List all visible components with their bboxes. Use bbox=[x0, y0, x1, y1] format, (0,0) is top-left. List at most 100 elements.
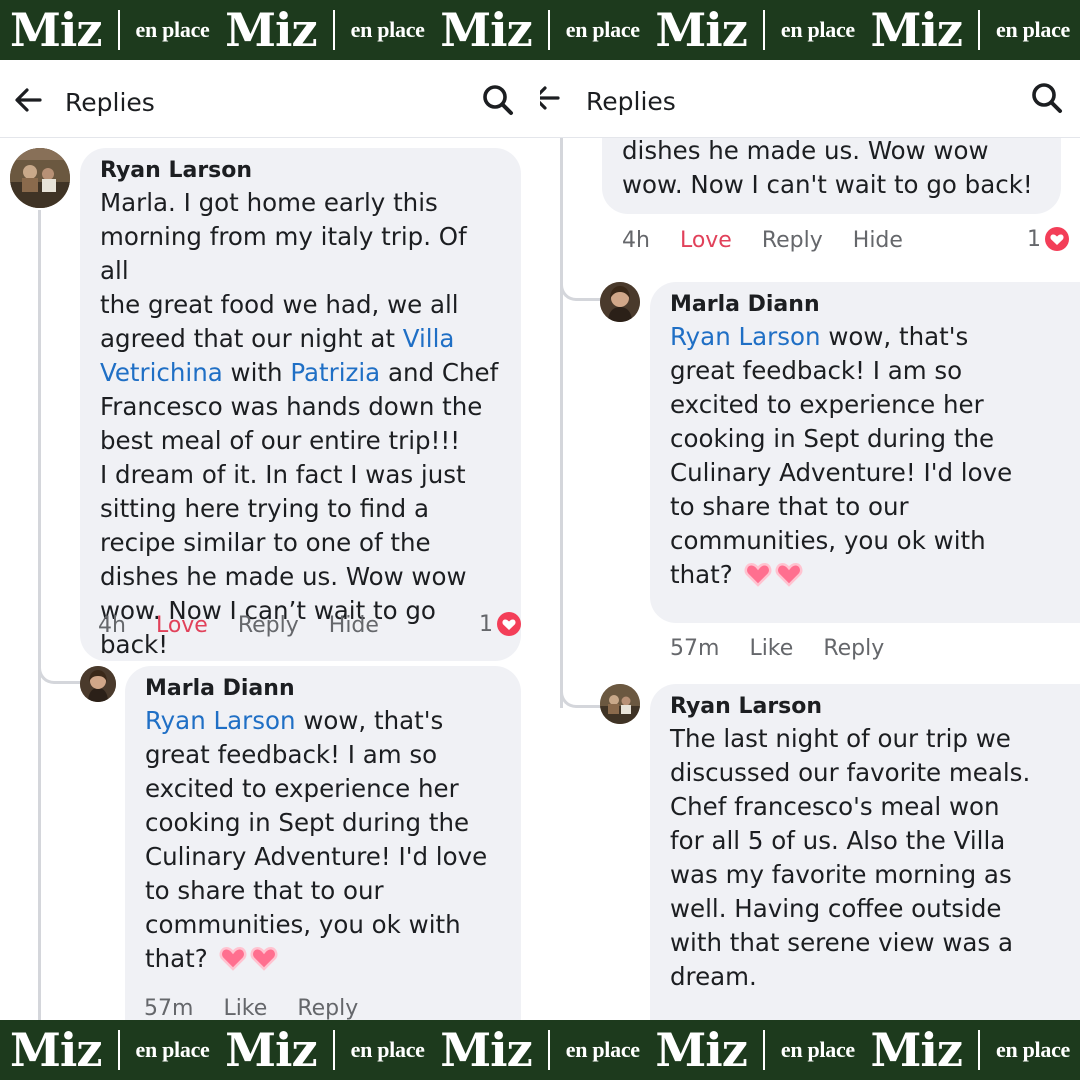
avatar[interactable] bbox=[80, 666, 116, 702]
brand-unit: Miz en place bbox=[10, 1027, 210, 1073]
right-screenshot: Replies dishes he made us. Wow wow wow. … bbox=[540, 60, 1080, 1020]
reply-connector bbox=[38, 644, 82, 684]
reply-text: The last night of our trip we discussed … bbox=[670, 724, 1031, 991]
reply-actions: 57m Like Reply bbox=[670, 636, 914, 661]
heart-emoji-icon bbox=[250, 946, 277, 971]
reply-bubble: Marla Diann Ryan Larson wow, that's grea… bbox=[650, 282, 1080, 623]
reply-connector bbox=[560, 668, 604, 708]
heart-emoji-icon bbox=[219, 946, 246, 971]
mention-link[interactable]: Patrizia bbox=[290, 358, 380, 387]
search-icon[interactable] bbox=[480, 82, 516, 118]
reply-author[interactable]: Marla Diann bbox=[670, 292, 1080, 317]
reaction-count[interactable]: 1 bbox=[479, 611, 522, 637]
heart-emoji-icon bbox=[744, 562, 771, 587]
brand-tagline: en place bbox=[780, 1037, 855, 1062]
avatar[interactable] bbox=[600, 684, 640, 724]
page-title: Replies bbox=[65, 88, 155, 117]
reply-text: Ryan Larson wow, that's great feedback! … bbox=[145, 704, 501, 976]
brand-divider bbox=[978, 10, 981, 50]
love-button[interactable]: Love bbox=[680, 228, 732, 253]
brand-tagline: en place bbox=[135, 1037, 210, 1062]
brand-tagline: en place bbox=[135, 17, 210, 42]
hide-button[interactable]: Hide bbox=[329, 613, 379, 638]
brand-unit: Miz en place bbox=[440, 1027, 640, 1073]
reaction-number: 1 bbox=[1027, 226, 1041, 252]
brand-logo: Miz bbox=[870, 1023, 964, 1077]
brand-tagline: en place bbox=[350, 17, 425, 42]
reply-button[interactable]: Reply bbox=[823, 636, 884, 661]
replies-header: Replies bbox=[540, 60, 1080, 138]
brand-divider bbox=[117, 1030, 120, 1070]
brand-divider bbox=[547, 1030, 550, 1070]
brand-unit: Miz en place bbox=[655, 1027, 855, 1073]
mention-link[interactable]: Ryan Larson bbox=[145, 706, 296, 735]
comment-actions: 4h Love Reply Hide bbox=[622, 228, 933, 253]
brand-divider bbox=[762, 10, 765, 50]
reply-button[interactable]: Reply bbox=[762, 228, 823, 253]
reply-author[interactable]: Marla Diann bbox=[145, 676, 501, 701]
avatar[interactable] bbox=[600, 282, 640, 322]
brand-logo: Miz bbox=[225, 3, 318, 57]
heart-emoji-icon bbox=[775, 562, 802, 587]
thread-line bbox=[560, 138, 563, 708]
reply-bubble: Marla Diann Ryan Larson wow, that's grea… bbox=[125, 666, 521, 1020]
brand-unit: Miz en place bbox=[440, 7, 640, 53]
reply-connector bbox=[560, 261, 604, 301]
brand-logo: Miz bbox=[10, 1023, 103, 1077]
reply-text: Ryan Larson wow, that's great feedback! … bbox=[670, 320, 1080, 592]
brand-logo: Miz bbox=[440, 1023, 533, 1077]
reaction-number: 1 bbox=[479, 611, 493, 637]
reply-bubble: Ryan Larson The last night of our trip w… bbox=[650, 684, 1080, 1020]
left-screenshot: Replies Ryan Larson Marla. I got home ea… bbox=[0, 60, 540, 1020]
comment-bubble: Ryan Larson Marla. I got home early this… bbox=[80, 148, 521, 661]
page-title: Replies bbox=[586, 87, 676, 116]
comment-actions: 4h Love Reply Hide bbox=[98, 613, 409, 638]
reply-button[interactable]: Reply bbox=[238, 613, 299, 638]
brand-tagline: en place bbox=[565, 1037, 640, 1062]
brand-logo: Miz bbox=[10, 3, 103, 57]
like-button[interactable]: Like bbox=[223, 996, 267, 1020]
brand-tagline: en place bbox=[350, 1037, 425, 1062]
comment-time: 4h bbox=[98, 613, 126, 638]
brand-divider bbox=[332, 1030, 335, 1070]
love-button[interactable]: Love bbox=[156, 613, 208, 638]
brand-tagline: en place bbox=[565, 17, 640, 42]
arrow-left-icon[interactable] bbox=[540, 80, 564, 116]
brand-logo: Miz bbox=[655, 1023, 748, 1077]
screenshot-collage: Miz en place Miz en place Miz en place Miz e… bbox=[0, 0, 1080, 1080]
thread-line bbox=[38, 210, 41, 1020]
reply-time: 57m bbox=[144, 996, 194, 1020]
brand-unit: Miz en place bbox=[225, 7, 425, 53]
arrow-left-icon[interactable] bbox=[10, 82, 46, 118]
reply-text-part: wow, that's great feedback! I am so exci… bbox=[670, 322, 1013, 589]
brand-bar-bottom: Miz en place Miz en place Miz en place Miz e… bbox=[0, 1020, 1080, 1080]
brand-logo: Miz bbox=[655, 3, 748, 57]
brand-divider bbox=[547, 10, 550, 50]
love-reaction-icon bbox=[497, 612, 521, 636]
brand-tagline: en place bbox=[996, 1037, 1070, 1062]
hide-button[interactable]: Hide bbox=[853, 228, 903, 253]
reply-time: 57m bbox=[670, 636, 720, 661]
brand-unit: Miz en place bbox=[655, 7, 855, 53]
brand-unit: Miz en place bbox=[225, 1027, 425, 1073]
brand-logo: Miz bbox=[440, 3, 533, 57]
mention-link[interactable]: Ryan Larson bbox=[670, 322, 821, 351]
reaction-count[interactable]: 1 bbox=[1027, 226, 1070, 252]
brand-divider bbox=[762, 1030, 765, 1070]
brand-unit: Miz en place bbox=[10, 7, 210, 53]
avatar[interactable] bbox=[10, 148, 70, 208]
brand-divider bbox=[332, 10, 335, 50]
brand-tagline: en place bbox=[996, 17, 1070, 42]
search-icon[interactable] bbox=[1029, 80, 1065, 116]
brand-unit: Miz en place bbox=[871, 7, 1071, 53]
comment-text: Marla. I got home early this morning fro… bbox=[100, 186, 501, 661]
reply-button[interactable]: Reply bbox=[297, 996, 358, 1020]
brand-divider bbox=[117, 10, 120, 50]
reply-author[interactable]: Ryan Larson bbox=[670, 694, 1080, 719]
like-button[interactable]: Like bbox=[749, 636, 793, 661]
comment-author[interactable]: Ryan Larson bbox=[100, 158, 501, 183]
love-reaction-icon bbox=[1045, 227, 1069, 251]
reply-text-part: wow, that's great feedback! I am so exci… bbox=[145, 706, 488, 973]
brand-unit: Miz en place bbox=[871, 1027, 1071, 1073]
brand-logo: Miz bbox=[870, 3, 964, 57]
